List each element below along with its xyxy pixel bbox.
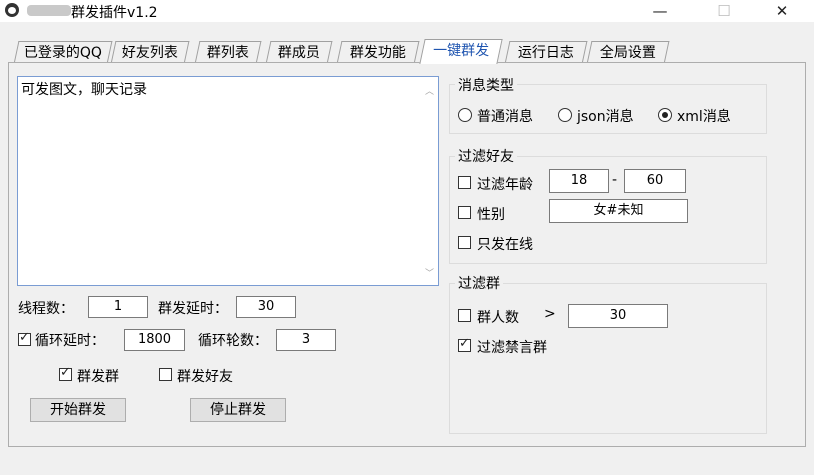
member-count-operator: >	[544, 306, 556, 322]
scroll-down-icon[interactable]: ﹀	[424, 266, 435, 279]
radio-xml-message-label: xml消息	[677, 109, 731, 125]
online-only-label: 只发在线	[477, 237, 533, 253]
title-bar: 群发插件v1.2 — ☐ ✕	[0, 0, 814, 22]
window-title: 群发插件v1.2	[71, 5, 158, 21]
age-range-separator: -	[612, 172, 618, 188]
minimize-button[interactable]: —	[637, 0, 683, 22]
filter-friends-title: 过滤好友	[455, 146, 517, 166]
message-content[interactable]: 可发图文，聊天记录	[21, 79, 147, 99]
filter-gender-label: 性别	[477, 207, 505, 223]
loop-delay-checkbox[interactable]	[18, 330, 31, 346]
send-group-label: 群发群	[77, 369, 119, 385]
radio-normal-message[interactable]	[458, 108, 472, 122]
close-button[interactable]: ✕	[759, 0, 805, 22]
blurred-title-prefix	[27, 5, 71, 16]
filter-muted-label: 过滤禁言群	[477, 340, 547, 356]
send-group-checkbox[interactable]	[59, 365, 72, 381]
gender-input[interactable]: 女#未知	[549, 199, 688, 223]
tab-global-settings[interactable]: 全局设置	[586, 41, 670, 64]
textarea-scrollbar[interactable]: ︿ ﹀	[421, 77, 438, 285]
tab-group-members[interactable]: 群成员	[265, 41, 333, 64]
threads-input[interactable]: 1	[88, 296, 148, 318]
send-delay-label: 群发延时：	[158, 301, 228, 317]
loop-rounds-label: 循环轮数：	[198, 333, 268, 349]
loop-rounds-input[interactable]: 3	[276, 329, 336, 351]
send-friend-label: 群发好友	[177, 369, 233, 385]
filter-muted-checkbox[interactable]	[458, 336, 471, 352]
start-send-button[interactable]: 开始群发	[30, 398, 126, 422]
radio-json-message[interactable]	[558, 108, 572, 122]
app-icon	[5, 3, 19, 17]
tab-one-click-send[interactable]: 一键群发	[419, 39, 503, 64]
scroll-up-icon[interactable]: ︿	[424, 84, 435, 97]
filter-age-checkbox[interactable]	[458, 176, 471, 189]
radio-normal-message-label: 普通消息	[477, 109, 533, 125]
tab-logged-in-qq[interactable]: 已登录的QQ	[13, 41, 113, 64]
stop-send-button[interactable]: 停止群发	[190, 398, 286, 422]
send-delay-input[interactable]: 30	[236, 296, 296, 318]
online-only-checkbox[interactable]	[458, 236, 471, 249]
send-friend-checkbox[interactable]	[159, 368, 172, 381]
radio-json-message-label: json消息	[577, 109, 634, 125]
filter-groups-title: 过滤群	[455, 273, 503, 293]
filter-age-label: 过滤年龄	[477, 177, 533, 193]
tab-mass-function[interactable]: 群发功能	[336, 41, 420, 64]
tab-friend-list[interactable]: 好友列表	[110, 41, 190, 64]
member-count-checkbox[interactable]	[458, 309, 471, 322]
maximize-button[interactable]: ☐	[701, 0, 747, 22]
loop-delay-input[interactable]: 1800	[124, 329, 185, 351]
loop-delay-label: 循环延时：	[35, 333, 105, 349]
tab-group-list[interactable]: 群列表	[194, 41, 262, 64]
age-max-input[interactable]: 60	[624, 169, 686, 193]
tab-run-log[interactable]: 运行日志	[504, 41, 588, 64]
threads-label: 线程数：	[18, 301, 74, 317]
radio-xml-message[interactable]	[658, 108, 672, 122]
message-type-title: 消息类型	[455, 75, 517, 95]
message-textarea[interactable]: 可发图文，聊天记录 ︿ ﹀	[17, 76, 439, 286]
member-count-input[interactable]: 30	[568, 304, 668, 328]
age-min-input[interactable]: 18	[549, 169, 609, 193]
filter-gender-checkbox[interactable]	[458, 206, 471, 219]
member-count-label: 群人数	[477, 310, 519, 326]
